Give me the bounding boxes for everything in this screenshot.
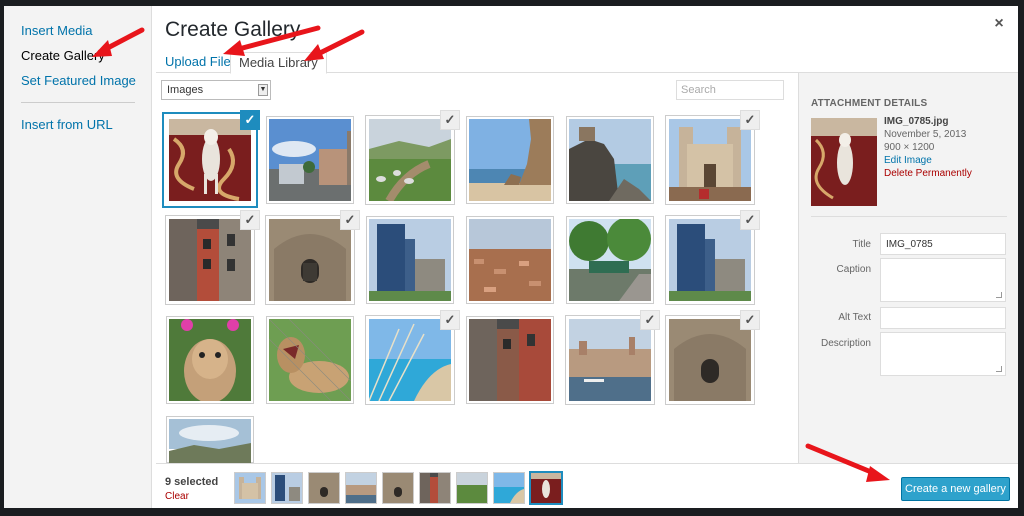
delete-permanently-link[interactable]: Delete Permanently [884,167,972,180]
title-field[interactable] [880,233,1006,255]
selected-mini-thumb[interactable] [457,473,487,503]
attachment-thumb[interactable] [466,316,554,404]
checkmark-icon[interactable]: ✓ [740,310,760,330]
selected-mini-thumb[interactable] [346,473,376,503]
create-new-gallery-button[interactable]: Create a new gallery [901,477,1010,501]
title-label: Title [852,239,871,250]
checkmark-icon[interactable]: ✓ [740,210,760,230]
attachment-thumb[interactable] [466,116,554,204]
attachment-image [669,119,751,201]
attachment-thumb[interactable]: ✓ [366,110,460,204]
resize-grip-icon[interactable] [996,292,1002,298]
attachment-thumb[interactable] [566,216,654,304]
alt-text-label: Alt Text [838,312,871,323]
attachment-thumb[interactable]: ✓ [366,310,460,404]
media-menu: Insert Media Create Gallery Set Featured… [4,6,152,508]
attachment-image [669,219,751,301]
attachment-preview [811,118,877,206]
selected-mini-thumb[interactable] [272,473,302,503]
attachment-image [569,119,651,201]
selected-mini-thumb[interactable] [309,473,339,503]
attachment-thumb[interactable] [266,116,354,204]
attachment-thumb[interactable]: ✓ [666,310,760,404]
backdrop-bottom [0,508,1024,516]
selected-mini-thumb[interactable] [494,473,524,503]
router-tabs: Upload Files Media Library [156,47,1018,74]
checkmark-icon[interactable]: ✓ [740,110,760,130]
selection-toolbar: 9 selected Clear Create a new gallery [156,463,1018,508]
attachment-date: November 5, 2013 [884,129,967,140]
attachment-thumb[interactable]: ✓ [566,310,660,404]
selected-mini-thumb[interactable] [420,473,450,503]
tab-media-library[interactable]: Media Library [230,52,327,74]
attachment-thumb[interactable]: ✓ [166,110,260,204]
edit-image-link[interactable]: Edit Image [884,154,972,167]
attachment-image [269,319,351,401]
alt-text-field[interactable] [880,307,1006,329]
attachment-image [269,219,351,301]
menu-item-insert-from-url[interactable]: Insert from URL [4,112,151,137]
caption-field[interactable] [880,258,1006,302]
attachment-filename: IMG_0785.jpg [884,116,949,127]
selection-count: 9 selected [165,476,219,488]
attachment-details-heading: ATTACHMENT DETAILS [811,98,928,109]
checkmark-icon[interactable]: ✓ [240,110,260,130]
menu-item-create-gallery[interactable]: Create Gallery [4,43,151,68]
attachment-thumb[interactable] [366,216,454,304]
checkmark-icon[interactable]: ✓ [340,210,360,230]
attachment-image [169,419,251,463]
attachment-thumb[interactable]: ✓ [166,210,260,304]
menu-item-set-featured-image[interactable]: Set Featured Image [4,68,151,93]
attachment-info: IMG_0785.jpg November 5, 2013 900 × 1200… [884,115,972,180]
media-type-filter-value: Images [167,84,204,96]
attachment-image [469,119,551,201]
attachment-thumb[interactable] [166,316,254,404]
attachment-image [569,319,651,401]
media-type-filter[interactable]: Images ▼ [161,80,271,100]
menu-separator [21,102,135,103]
checkmark-icon[interactable]: ✓ [640,310,660,330]
attachment-thumb[interactable]: ✓ [666,210,760,304]
frame-title: Create Gallery [165,18,301,41]
close-icon[interactable]: × [987,12,1011,36]
attachment-thumb[interactable]: ✓ [266,210,360,304]
caption-label: Caption [836,264,871,275]
attachment-image [269,119,351,201]
attachment-image [369,219,451,301]
attachment-dimensions: 900 × 1200 [884,142,935,153]
attachment-thumb[interactable] [566,116,654,204]
attachment-thumb[interactable] [466,216,554,304]
details-divider [811,216,1007,217]
chevron-down-icon: ▼ [258,84,268,96]
checkmark-icon[interactable]: ✓ [440,110,460,130]
attachment-thumb[interactable] [266,316,354,404]
attachment-image [569,219,651,301]
attachment-image [169,319,251,401]
media-modal: Insert Media Create Gallery Set Featured… [4,6,1018,508]
checkmark-icon[interactable]: ✓ [240,210,260,230]
menu-item-insert-media[interactable]: Insert Media [4,18,151,43]
description-field[interactable] [880,332,1006,376]
attachment-image [169,219,251,301]
attachment-image [369,319,451,401]
attachments-grid: ✓ ✓ ✓ ✓ ✓ ✓ ✓ ✓ ✓ [156,106,798,463]
description-label: Description [820,338,871,349]
backdrop-right [1018,0,1024,516]
attachment-thumb[interactable]: ✓ [666,110,760,204]
selected-mini-thumb[interactable] [383,473,413,503]
attachment-image [369,119,451,201]
attachment-image [469,319,551,401]
attachment-image [469,219,551,301]
attachment-image [169,119,251,201]
selected-mini-thumb[interactable] [235,473,265,503]
attachment-image [669,319,751,401]
selected-mini-thumb[interactable] [531,473,561,503]
search-input[interactable] [676,80,784,100]
attachment-details-sidebar: ATTACHMENT DETAILS IMG_0785.jpg November… [798,73,1018,463]
attachment-thumb[interactable] [166,416,254,463]
clear-selection-link[interactable]: Clear [165,491,189,502]
resize-grip-icon[interactable] [996,366,1002,372]
checkmark-icon[interactable]: ✓ [440,310,460,330]
